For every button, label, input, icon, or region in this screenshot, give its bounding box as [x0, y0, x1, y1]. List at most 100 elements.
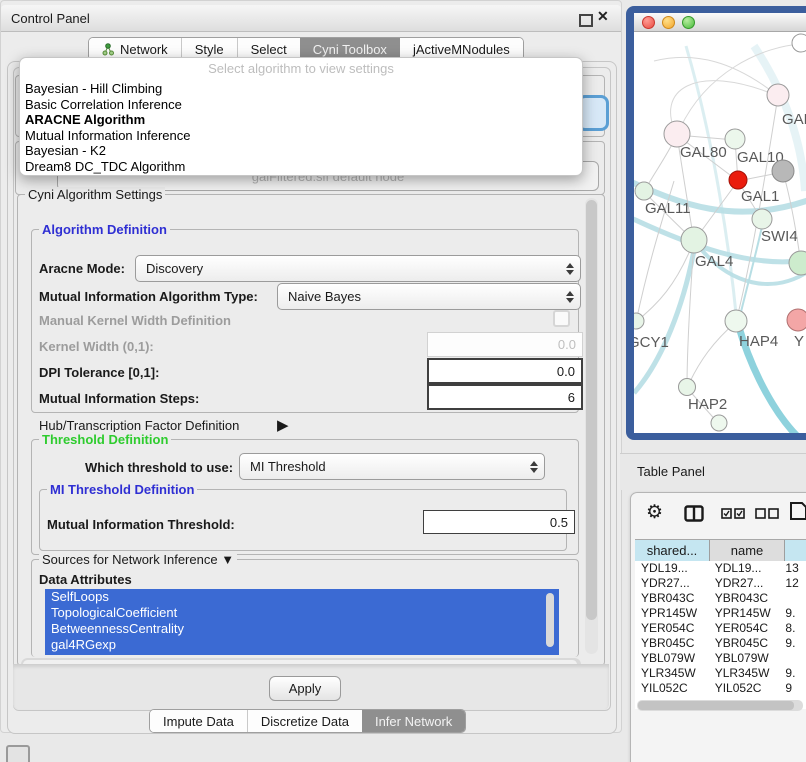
table-row[interactable]: YPR145WYPR145W9.	[635, 606, 806, 621]
network-node[interactable]	[729, 171, 747, 189]
table-cell[interactable]: 12	[782, 576, 806, 591]
network-node[interactable]	[725, 129, 745, 149]
mi-threshold-label: Mutual Information Threshold:	[47, 517, 235, 532]
close-icon[interactable]: ✕	[597, 8, 609, 25]
tab-impute-data[interactable]: Impute Data	[150, 710, 247, 732]
gear-icon[interactable]: ⚙	[646, 501, 663, 524]
network-node[interactable]	[681, 227, 707, 253]
settings-vscrollbar-thumb[interactable]	[586, 200, 597, 620]
table-cell[interactable]: YIL052C	[635, 681, 709, 696]
table-cell[interactable]: 13	[782, 561, 806, 576]
table-row[interactable]: YIL052CYIL052C9	[635, 681, 806, 696]
manual-kernel-width-checkbox[interactable]	[553, 310, 570, 327]
kernel-width-field[interactable]: 0.0	[427, 332, 583, 357]
table-row[interactable]: YLR345WYLR345W9.	[635, 666, 806, 681]
table-row[interactable]: YDL19...YDL19...13	[635, 561, 806, 576]
table-row[interactable]: YDR27...YDR27...12	[635, 576, 806, 591]
float-window-icon[interactable]	[579, 14, 593, 27]
table-cell[interactable]: YPR145W	[635, 606, 709, 621]
network-node[interactable]	[767, 84, 789, 106]
network-node[interactable]	[772, 160, 794, 182]
table-row[interactable]: YBR043CYBR043C	[635, 591, 806, 606]
mi-threshold-field[interactable]: 0.5	[423, 510, 575, 534]
table-row[interactable]: YBR045CYBR045C9.	[635, 636, 806, 651]
table-cell[interactable]: YER054C	[709, 621, 783, 636]
table-cell[interactable]: YDL19...	[709, 561, 783, 576]
table-cell[interactable]	[782, 591, 806, 606]
table-cell[interactable]: YBR043C	[635, 591, 709, 606]
mi-algorithm-type-select[interactable]: Naive Bayes	[277, 283, 581, 310]
network-node[interactable]	[679, 379, 696, 396]
table-cell[interactable]: 9.	[782, 666, 806, 681]
table-row[interactable]: YBL079WYBL079W	[635, 651, 806, 666]
algorithm-option[interactable]: Dream8 DC_TDC Algorithm	[20, 159, 582, 175]
table-cell[interactable]: 9.	[782, 606, 806, 621]
column-header-name[interactable]: name	[710, 540, 785, 561]
table-cell[interactable]: YBR043C	[709, 591, 783, 606]
table-cell[interactable]: YDL19...	[635, 561, 709, 576]
table-cell[interactable]: YIL052C	[709, 681, 783, 696]
table-hscrollbar-thumb[interactable]	[638, 701, 794, 710]
column-header-shared-name[interactable]: shared...	[635, 540, 710, 561]
network-node[interactable]	[752, 209, 772, 229]
network-node-label: GAL	[782, 111, 806, 128]
apply-button[interactable]: Apply	[269, 676, 341, 701]
table-cell[interactable]: YDR27...	[635, 576, 709, 591]
network-icon	[102, 43, 115, 56]
table-cell[interactable]: YBL079W	[635, 651, 709, 666]
table-cell[interactable]: YBL079W	[709, 651, 783, 666]
network-node[interactable]	[711, 415, 727, 431]
minimized-panel-icon[interactable]	[6, 745, 30, 762]
algorithm-option[interactable]: Mutual Information Inference	[20, 128, 582, 144]
tab-label: Infer Network	[375, 714, 452, 729]
network-node[interactable]	[634, 313, 644, 329]
which-threshold-select[interactable]: MI Threshold	[239, 453, 545, 480]
table-cell[interactable]: YBR045C	[635, 636, 709, 651]
table-cell[interactable]: 9	[782, 681, 806, 696]
close-traffic-light-icon[interactable]	[642, 16, 655, 29]
table-cell[interactable]: 9.	[782, 636, 806, 651]
algorithm-option[interactable]: Bayesian - K2	[20, 143, 582, 159]
table-cell[interactable]: YER054C	[635, 621, 709, 636]
table-cell[interactable]: YLR345W	[635, 666, 709, 681]
network-node[interactable]	[635, 182, 653, 200]
expand-arrow-icon[interactable]: ▶	[277, 416, 289, 434]
table-cell[interactable]: YLR345W	[709, 666, 783, 681]
table-cell[interactable]	[782, 651, 806, 666]
network-node[interactable]	[789, 251, 806, 275]
algorithm-option[interactable]: Bayesian - Hill Climbing	[20, 81, 582, 97]
column-header-extra[interactable]	[785, 540, 806, 561]
tab-infer-network[interactable]: Infer Network	[362, 710, 465, 732]
network-node-label: GAL4	[695, 253, 733, 270]
mi-steps-field[interactable]: 6	[427, 384, 583, 410]
aracne-mode-select[interactable]: Discovery	[135, 255, 581, 282]
data-attribute-item[interactable]: gal4RGexp	[45, 637, 559, 653]
data-attribute-item[interactable]: SelfLoops	[45, 589, 559, 605]
data-attribute-item[interactable]: BetweennessCentrality	[45, 621, 559, 637]
network-canvas[interactable]: GALGAL80GAL10GAL1GAL11SWI4GAL4GCY1HAP4YH…	[634, 31, 806, 433]
export-table-icon[interactable]	[789, 501, 806, 521]
table-cell[interactable]: 8.	[782, 621, 806, 636]
data-attributes-list[interactable]: SelfLoopsTopologicalCoefficientBetweenne…	[45, 589, 559, 655]
data-attribute-item[interactable]: TopologicalCoefficient	[45, 605, 559, 621]
tab-discretize-data[interactable]: Discretize Data	[247, 710, 362, 732]
minimize-traffic-light-icon[interactable]	[662, 16, 675, 29]
dpi-tolerance-field[interactable]: 0.0	[427, 358, 583, 384]
select-all-checkboxes-icon[interactable]	[721, 508, 747, 519]
table-row[interactable]: YER054CYER054C8.	[635, 621, 806, 636]
table-cell[interactable]: YPR145W	[709, 606, 783, 621]
network-node[interactable]	[792, 34, 806, 52]
attr-list-scrollbar-thumb[interactable]	[546, 593, 554, 647]
columns-icon[interactable]	[684, 505, 704, 522]
table-cell[interactable]: YDR27...	[709, 576, 783, 591]
network-node[interactable]	[787, 309, 806, 331]
which-threshold-label: Which threshold to use:	[85, 460, 233, 475]
deselect-all-checkboxes-icon[interactable]	[755, 508, 781, 519]
algorithm-option[interactable]: Basic Correlation Inference	[20, 97, 582, 113]
table-cell[interactable]: YBR045C	[709, 636, 783, 651]
zoom-traffic-light-icon[interactable]	[682, 16, 695, 29]
collapse-arrow-icon[interactable]: ▼	[221, 552, 234, 567]
table-hscrollbar-track[interactable]	[637, 700, 803, 711]
algorithm-option[interactable]: ARACNE Algorithm	[20, 112, 582, 128]
network-node[interactable]	[725, 310, 747, 332]
